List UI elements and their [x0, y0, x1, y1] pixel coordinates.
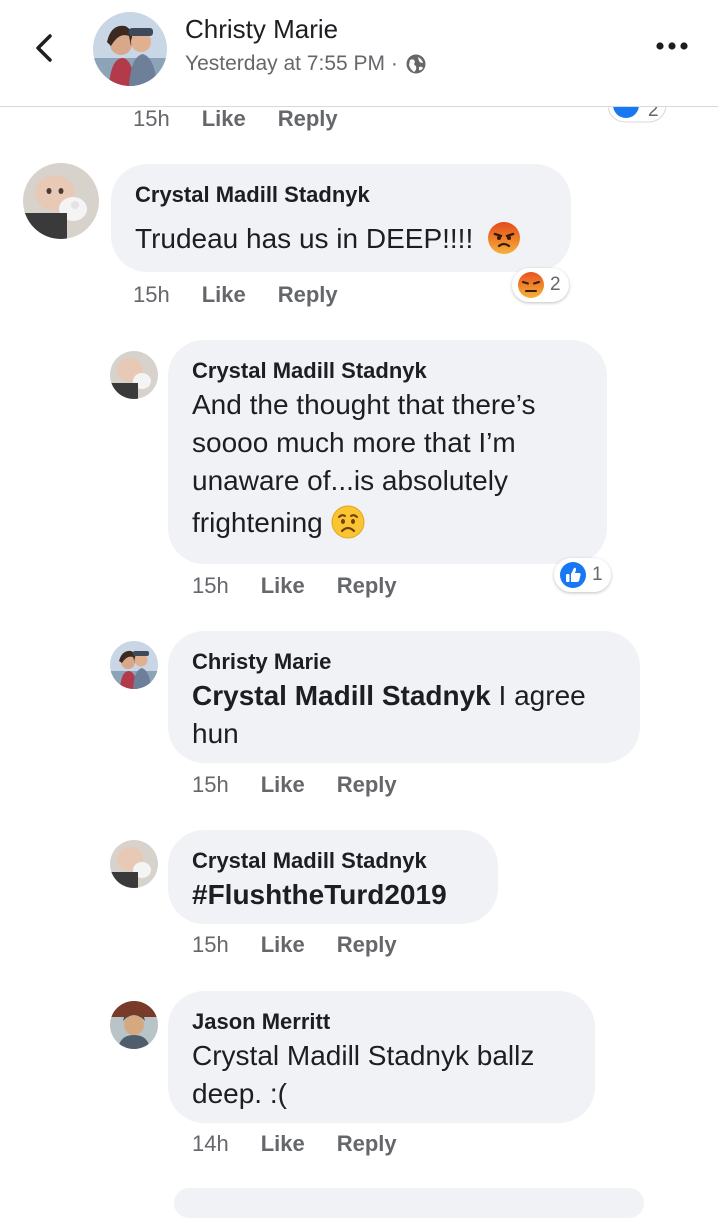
reply-button[interactable]: Reply	[278, 282, 338, 308]
commenter-avatar[interactable]	[110, 1001, 158, 1049]
reply-button[interactable]: Reply	[337, 932, 397, 958]
comment-text-line: soooo much more that I’m	[192, 427, 516, 458]
partial-like-reaction: 2	[608, 104, 666, 124]
comment-meta-partial: 15h Like Reply	[133, 106, 338, 132]
comment-time: 15h	[133, 106, 170, 131]
more-options-icon[interactable]	[654, 36, 690, 56]
comment-meta: 14h Like Reply	[192, 1131, 397, 1157]
post-time-text: Yesterday at 7:55 PM ·	[185, 52, 398, 75]
comment-text-body: I agree	[490, 680, 586, 711]
reply-button[interactable]: Reply	[278, 106, 338, 132]
globe-icon	[406, 54, 426, 74]
comment-bubble: Crystal Madill Stadnyk #FlushtheTurd2019	[168, 830, 498, 924]
comment-time: 15h	[192, 932, 229, 957]
comment-meta: 15h Like Reply	[192, 772, 397, 798]
commenter-avatar[interactable]	[110, 641, 158, 689]
commenter-avatar[interactable]	[110, 351, 158, 399]
comment-bubble: Crystal Madill Stadnyk And the thought t…	[168, 340, 607, 564]
comment-meta: 15h Like Reply	[192, 932, 397, 958]
reply-button[interactable]: Reply	[337, 1131, 397, 1157]
reply-button[interactable]: Reply	[337, 772, 397, 798]
like-button[interactable]: Like	[202, 106, 246, 132]
hashtag-link[interactable]: #FlushtheTurd2019	[192, 876, 474, 914]
commenter-avatar[interactable]	[23, 163, 99, 239]
mention-link[interactable]: Crystal Madill Stadnyk	[192, 680, 491, 711]
comment-author[interactable]: Crystal Madill Stadnyk	[135, 180, 547, 210]
comment-text-line: And the thought that there’s	[192, 389, 536, 420]
post-header: Christy Marie Yesterday at 7:55 PM ·	[0, 0, 718, 107]
angry-face-emoji-icon	[488, 221, 521, 254]
comment-time: 15h	[192, 772, 229, 797]
comment-text-line: unaware of...is absolutely	[192, 465, 508, 496]
comment-text-line: deep. :(	[192, 1078, 287, 1109]
comment-text-line: frightening	[192, 507, 323, 538]
comment-author[interactable]: Christy Marie	[192, 647, 616, 677]
worried-face-emoji-icon	[331, 505, 365, 539]
author-name[interactable]: Christy Marie	[185, 14, 338, 45]
comment-text-body: Trudeau has us in DEEP!!!!	[135, 223, 474, 254]
like-button[interactable]: Like	[261, 1131, 305, 1157]
comment-bubble: Crystal Madill Stadnyk Trudeau has us in…	[111, 164, 571, 272]
angry-reaction-icon	[518, 272, 544, 298]
comment-meta: 15h Like Reply	[133, 282, 338, 308]
reaction-count-pill[interactable]: 1	[554, 558, 611, 592]
commenter-avatar[interactable]	[110, 840, 158, 888]
comment-bubble: Jason Merritt Crystal Madill Stadnyk bal…	[168, 991, 595, 1123]
comment-time: 15h	[133, 282, 170, 307]
author-avatar[interactable]	[93, 12, 167, 86]
comment-text: Trudeau has us in DEEP!!!!	[135, 220, 547, 258]
reaction-count-pill[interactable]: 2	[512, 268, 569, 302]
comment-text-line: Crystal Madill Stadnyk ballz	[192, 1040, 535, 1071]
comment-author[interactable]: Crystal Madill Stadnyk	[192, 846, 474, 876]
reaction-count: 1	[592, 564, 603, 585]
comment-text-line: Crystal Madill Stadnyk I agree	[192, 677, 616, 715]
reply-button[interactable]: Reply	[337, 573, 397, 599]
back-arrow-icon[interactable]	[30, 28, 60, 68]
like-button[interactable]: Like	[261, 932, 305, 958]
comment-meta: 15h Like Reply	[192, 573, 397, 599]
reaction-count: 2	[550, 274, 561, 295]
comment-bubble: Christy Marie Crystal Madill Stadnyk I a…	[168, 631, 640, 763]
comment-text-line: hun	[192, 718, 239, 749]
like-button[interactable]: Like	[202, 282, 246, 308]
comment-text-last-line: frightening	[192, 504, 583, 542]
comment-time: 14h	[192, 1131, 229, 1156]
comment-time: 15h	[192, 573, 229, 598]
post-timestamp: Yesterday at 7:55 PM ·	[185, 52, 427, 76]
comment-author[interactable]: Crystal Madill Stadnyk	[192, 356, 583, 386]
comment-bubble-partial	[174, 1188, 644, 1218]
like-button[interactable]: Like	[261, 772, 305, 798]
comment-author[interactable]: Jason Merritt	[192, 1007, 571, 1037]
like-button[interactable]: Like	[261, 573, 305, 599]
like-reaction-icon	[560, 562, 586, 588]
